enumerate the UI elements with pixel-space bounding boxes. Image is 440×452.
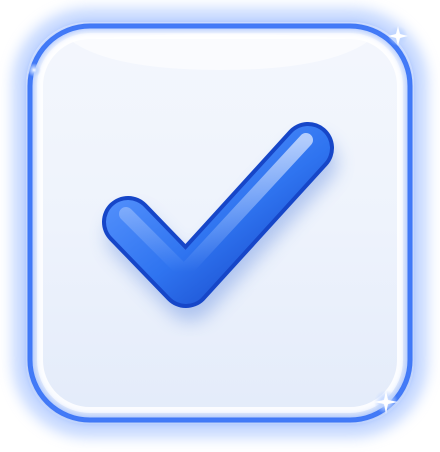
- sparkle-top-right: [388, 26, 408, 46]
- sparkle-left: [27, 63, 41, 77]
- sparkle-bottom-right: [374, 390, 398, 414]
- checkbox-icon-canvas: [0, 0, 440, 452]
- checkbox-checked-icon[interactable]: [0, 0, 440, 452]
